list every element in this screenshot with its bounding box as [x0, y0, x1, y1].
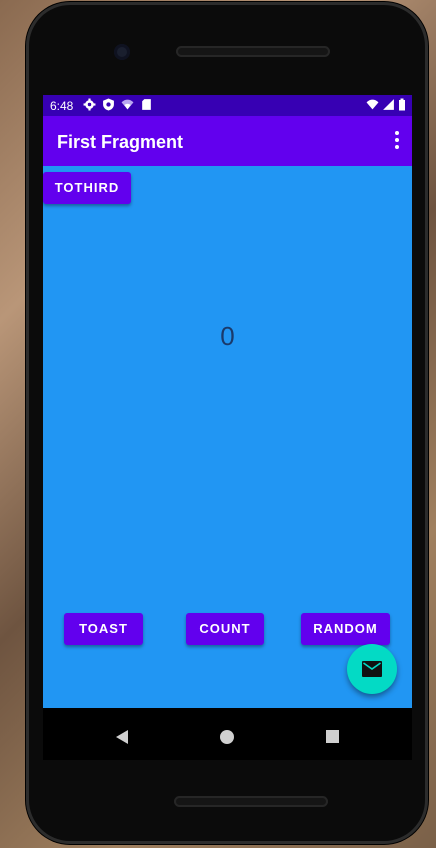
status-bar: 6:48 — [43, 95, 412, 116]
count-display: 0 — [220, 321, 235, 351]
status-icons-left — [83, 98, 153, 111]
home-icon[interactable] — [220, 730, 234, 744]
shield-icon — [103, 98, 114, 111]
recent-apps-icon[interactable] — [326, 730, 339, 743]
device-screen: 6:48 First Fragment TOTHIRD 0 TOAST COUN… — [43, 95, 412, 760]
app-bar: First Fragment — [43, 116, 412, 166]
mail-fab-button[interactable] — [347, 644, 397, 694]
count-button[interactable]: COUNT — [186, 613, 264, 645]
sd-card-icon — [142, 99, 151, 110]
back-icon[interactable] — [115, 729, 129, 745]
mail-icon — [362, 661, 382, 677]
tothird-button[interactable]: TOTHIRD — [43, 172, 131, 204]
toast-button[interactable]: TOAST — [64, 613, 143, 645]
status-time: 6:48 — [50, 99, 74, 113]
random-button[interactable]: RANDOM — [301, 613, 390, 645]
bottom-speaker — [174, 796, 328, 807]
wifi-question-icon — [121, 99, 134, 110]
more-vert-icon[interactable] — [394, 131, 400, 151]
fragment-content: TOTHIRD 0 TOAST COUNT RANDOM — [43, 166, 412, 708]
earpiece-speaker — [176, 46, 330, 57]
status-icons-right — [366, 98, 406, 111]
navigation-bar — [43, 708, 412, 760]
wifi-icon — [366, 99, 379, 110]
battery-icon — [399, 98, 405, 111]
settings-icon — [83, 98, 96, 111]
app-title: First Fragment — [57, 132, 184, 152]
front-camera — [114, 44, 130, 60]
signal-icon — [383, 99, 394, 110]
